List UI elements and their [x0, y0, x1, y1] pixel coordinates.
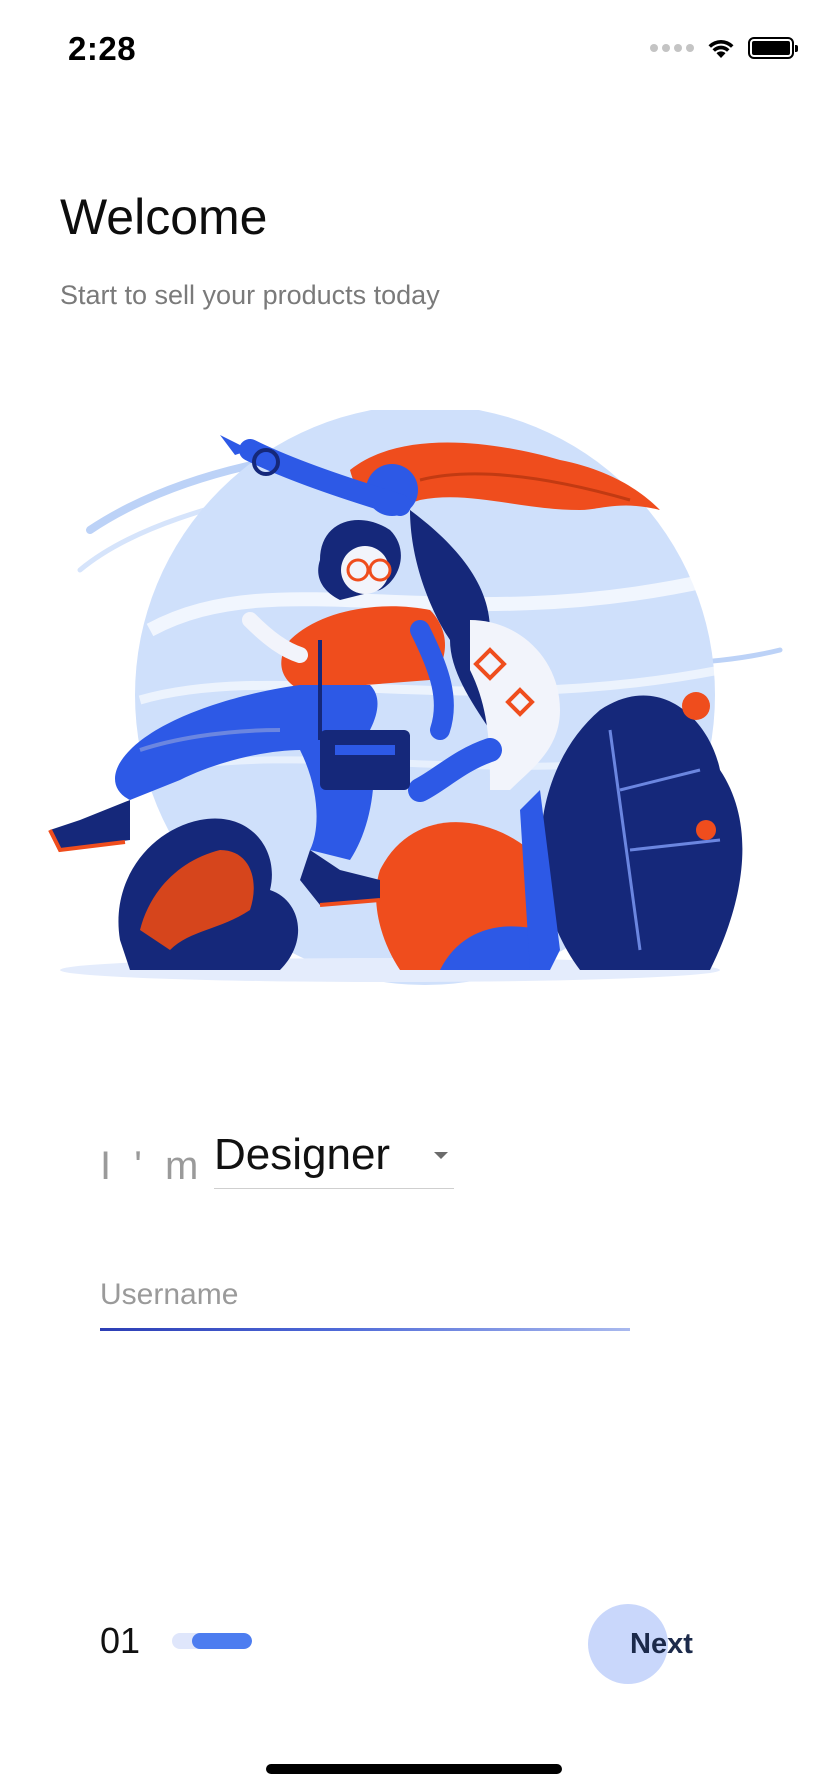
role-row: I ' m Designer	[100, 1130, 454, 1189]
page-indicator: 01	[100, 1620, 252, 1662]
battery-icon	[748, 37, 798, 59]
next-button-label: Next	[630, 1627, 693, 1660]
wifi-icon	[708, 39, 734, 58]
page-number: 01	[100, 1620, 141, 1661]
role-dropdown[interactable]: Designer	[214, 1130, 454, 1189]
role-prefix-label: I ' m	[100, 1144, 205, 1188]
caret-down-icon	[434, 1151, 448, 1159]
status-time: 2:28	[68, 30, 137, 67]
page-title: Welcome	[60, 189, 268, 245]
page-subtitle: Start to sell your products today	[60, 280, 440, 310]
signal-dots-icon	[650, 44, 694, 52]
username-field	[100, 1270, 630, 1331]
next-button[interactable]: Next	[588, 1604, 748, 1684]
onboarding-progress-bar	[172, 1633, 252, 1649]
home-indicator	[266, 1764, 562, 1774]
dancing-people-illustration	[48, 410, 783, 985]
username-input[interactable]	[100, 1270, 630, 1328]
role-selected-value: Designer	[214, 1130, 391, 1179]
status-icons	[650, 36, 798, 60]
status-bar: 2:28	[0, 0, 828, 100]
username-underline	[100, 1328, 630, 1331]
onboarding-progress-fill	[192, 1633, 252, 1649]
